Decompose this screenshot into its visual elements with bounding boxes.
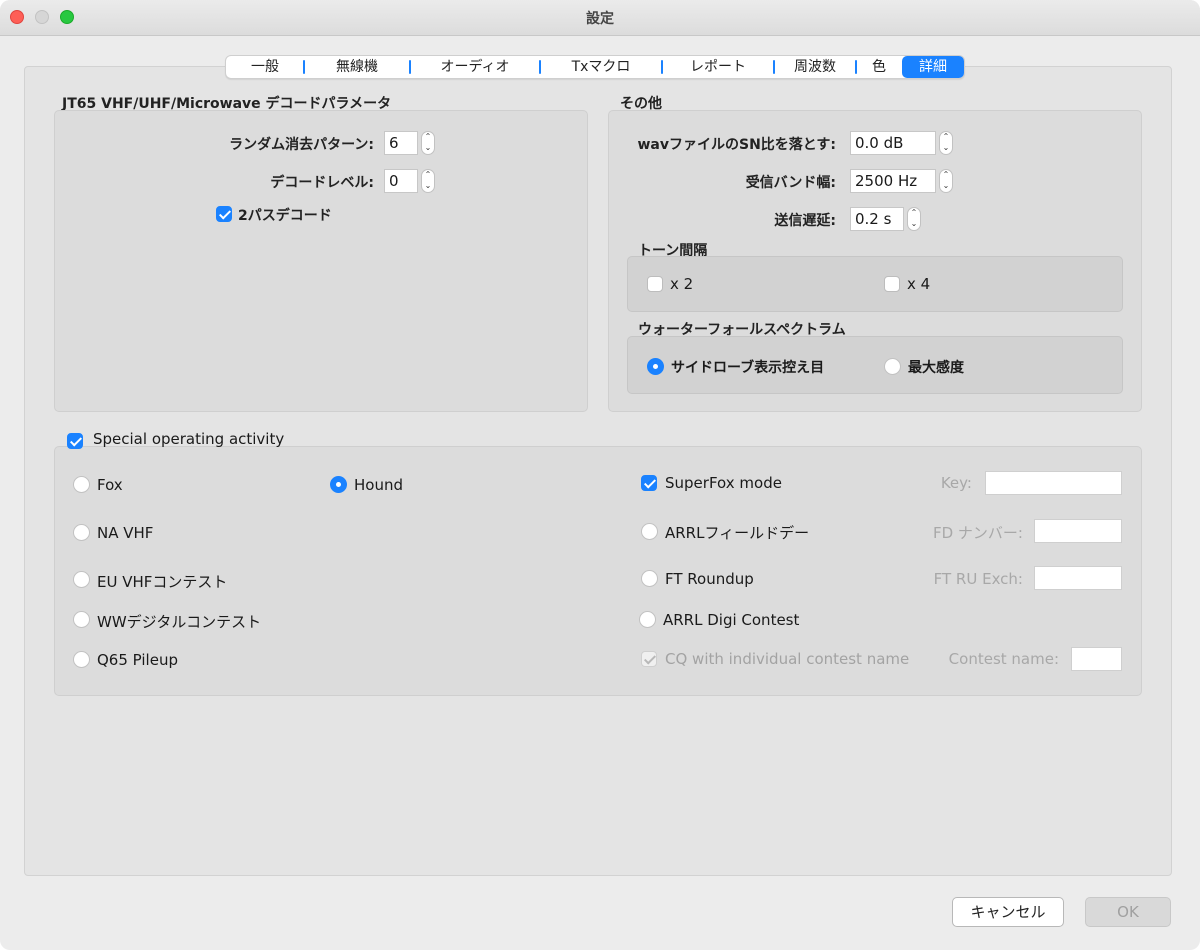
tab-colors[interactable]: 色 — [855, 56, 902, 78]
low-sidelobes-label: サイドローブ表示控え目 — [671, 360, 825, 376]
ft-ru-exch-label: FT RU Exch: — [933, 570, 1023, 588]
cq-contest-name-label: CQ with individual contest name — [665, 650, 910, 668]
tone-x4-label: x 4 — [907, 275, 931, 293]
tx-delay-label: 送信遅延: — [774, 213, 836, 229]
wav-sn-stepper[interactable]: ⌃ ⌄ — [939, 131, 953, 155]
two-pass-decode-checkbox[interactable] — [216, 206, 232, 222]
tone-x2-checkbox[interactable] — [647, 276, 663, 292]
ok-button[interactable]: OK — [1085, 897, 1171, 927]
contest-name-input[interactable] — [1071, 647, 1122, 671]
two-pass-decode-label: 2パスデコード — [238, 208, 332, 224]
special-activity-checkbox[interactable] — [67, 433, 83, 449]
key-label: Key: — [940, 474, 972, 492]
tone-spacing-group — [627, 256, 1123, 312]
eu-vhf-contest-radio[interactable] — [73, 571, 90, 588]
low-sidelobes-radio[interactable] — [647, 358, 664, 375]
hound-label: Hound — [354, 476, 403, 494]
fox-radio[interactable] — [73, 476, 90, 493]
jt65-decode-params-group — [54, 110, 588, 412]
q65-pileup-radio[interactable] — [73, 651, 90, 668]
random-erasure-label: ランダム消去パターン: — [229, 137, 374, 153]
max-sensitivity-label: 最大感度 — [908, 360, 964, 376]
q65-pileup-label: Q65 Pileup — [97, 651, 178, 669]
fd-number-input[interactable] — [1034, 519, 1122, 543]
tone-x4-checkbox[interactable] — [884, 276, 900, 292]
special-activity-title: Special operating activity — [93, 430, 285, 448]
tab-tx-macros[interactable]: Txマクロ — [539, 56, 662, 78]
random-erasure-spinbox[interactable]: 6 — [384, 131, 418, 155]
na-vhf-radio[interactable] — [73, 524, 90, 541]
fox-label: Fox — [97, 476, 123, 494]
hound-radio[interactable] — [330, 476, 347, 493]
max-sensitivity-radio[interactable] — [884, 358, 901, 375]
ww-digi-contest-radio[interactable] — [73, 611, 90, 628]
ww-digi-contest-label: WWデジタルコンテスト — [97, 613, 262, 631]
arrl-digi-contest-radio[interactable] — [639, 611, 656, 628]
tx-delay-spinbox[interactable]: 0.2 s — [850, 207, 904, 231]
decode-level-label: デコードレベル: — [270, 175, 374, 191]
settings-tabs: 一般 無線機 オーディオ Txマクロ レポート 周波数 色 詳細 — [225, 55, 965, 79]
tab-general[interactable]: 一般 — [226, 56, 304, 78]
fd-number-label: FD ナンバー: — [932, 524, 1023, 542]
ft-roundup-radio[interactable] — [641, 570, 658, 587]
wav-sn-spinbox[interactable]: 0.0 dB — [850, 131, 936, 155]
tab-reporting[interactable]: レポート — [661, 56, 774, 78]
arrl-field-day-radio[interactable] — [641, 523, 658, 540]
tab-advanced[interactable]: 詳細 — [902, 56, 964, 78]
tab-frequencies[interactable]: 周波数 — [773, 56, 856, 78]
tx-delay-stepper[interactable]: ⌃ ⌄ — [907, 207, 921, 231]
decode-level-stepper[interactable]: ⌃ ⌄ — [421, 169, 435, 193]
ft-roundup-label: FT Roundup — [665, 570, 754, 588]
cq-contest-name-checkbox[interactable] — [641, 651, 657, 667]
settings-window: 設定 一般 無線機 オーディオ Txマクロ レポート 周波数 色 詳細 JT65… — [0, 0, 1200, 950]
eu-vhf-contest-label: EU VHFコンテスト — [97, 573, 228, 591]
arrl-field-day-label: ARRLフィールドデー — [665, 524, 810, 542]
cancel-button[interactable]: キャンセル — [952, 897, 1064, 927]
ft-ru-exch-input[interactable] — [1034, 566, 1122, 590]
contest-name-label: Contest name: — [948, 650, 1059, 668]
superfox-mode-label: SuperFox mode — [665, 474, 782, 492]
tab-audio[interactable]: オーディオ — [409, 56, 540, 78]
wav-sn-label: wavファイルのSN比を落とす: — [637, 137, 837, 153]
key-input[interactable] — [985, 471, 1122, 495]
title-bar: 設定 — [0, 0, 1200, 36]
rx-bandwidth-label: 受信バンド幅: — [745, 175, 836, 191]
rx-bandwidth-spinbox[interactable]: 2500 Hz — [850, 169, 936, 193]
random-erasure-stepper[interactable]: ⌃ ⌄ — [421, 131, 435, 155]
rx-bandwidth-stepper[interactable]: ⌃ ⌄ — [939, 169, 953, 193]
window-title: 設定 — [586, 11, 614, 27]
decode-level-spinbox[interactable]: 0 — [384, 169, 418, 193]
tab-radio[interactable]: 無線機 — [303, 56, 410, 78]
superfox-mode-checkbox[interactable] — [641, 475, 657, 491]
na-vhf-label: NA VHF — [97, 524, 154, 542]
tone-x2-label: x 2 — [670, 275, 694, 293]
arrl-digi-contest-label: ARRL Digi Contest — [663, 611, 800, 629]
